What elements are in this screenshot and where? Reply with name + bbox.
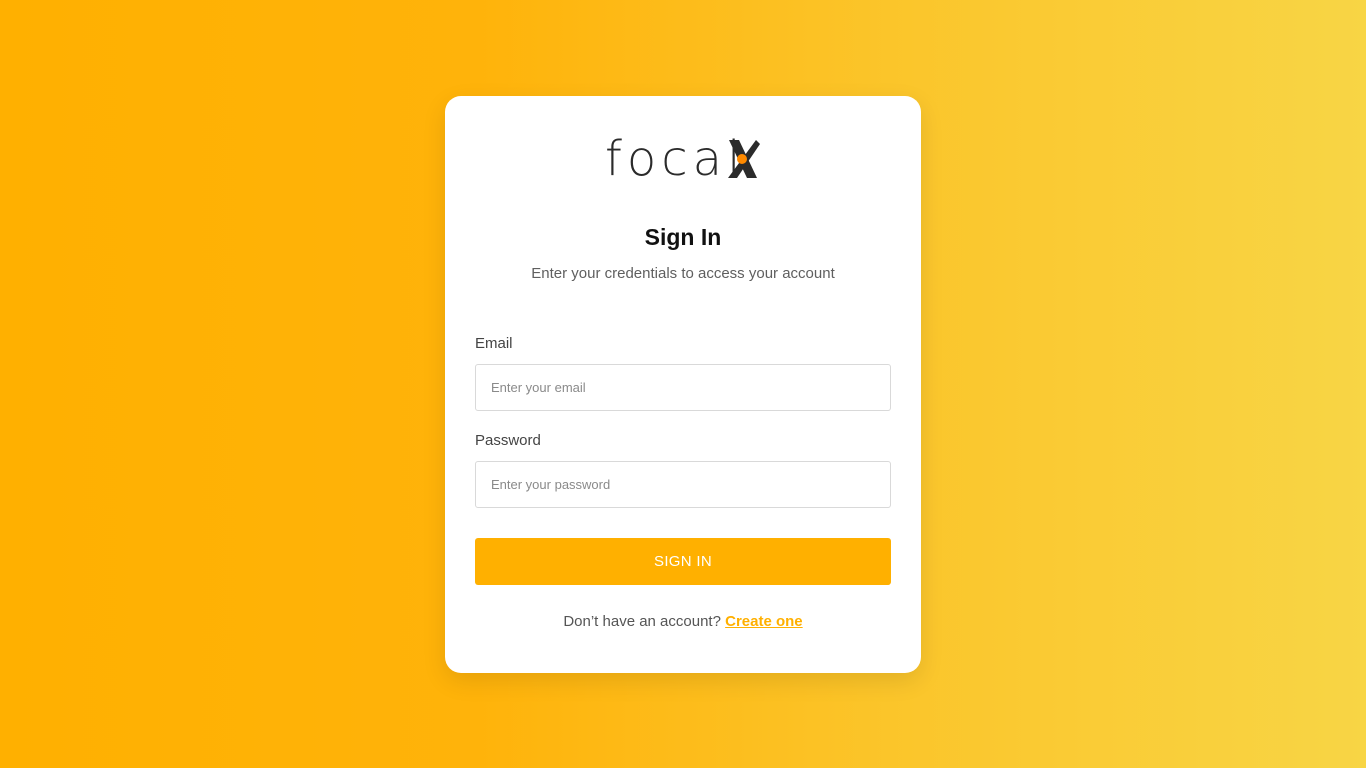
sign-in-button[interactable]: SIGN IN <box>475 538 891 585</box>
password-field[interactable] <box>475 461 891 508</box>
email-field[interactable] <box>475 364 891 411</box>
create-account-prompt: Don’t have an account? Create one <box>445 613 921 630</box>
email-label: Email <box>475 335 513 352</box>
sign-in-card: focal Sign In Enter your credentials to … <box>445 96 921 673</box>
password-label: Password <box>475 432 541 449</box>
page-title: Sign In <box>644 224 722 250</box>
create-account-text: Don’t have an account? <box>563 613 721 630</box>
logo-x-icon <box>728 140 760 178</box>
create-account-link[interactable]: Create one <box>725 613 803 630</box>
focalx-logo: focal <box>605 134 763 184</box>
page-subtitle: Enter your credentials to access your ac… <box>531 265 835 282</box>
